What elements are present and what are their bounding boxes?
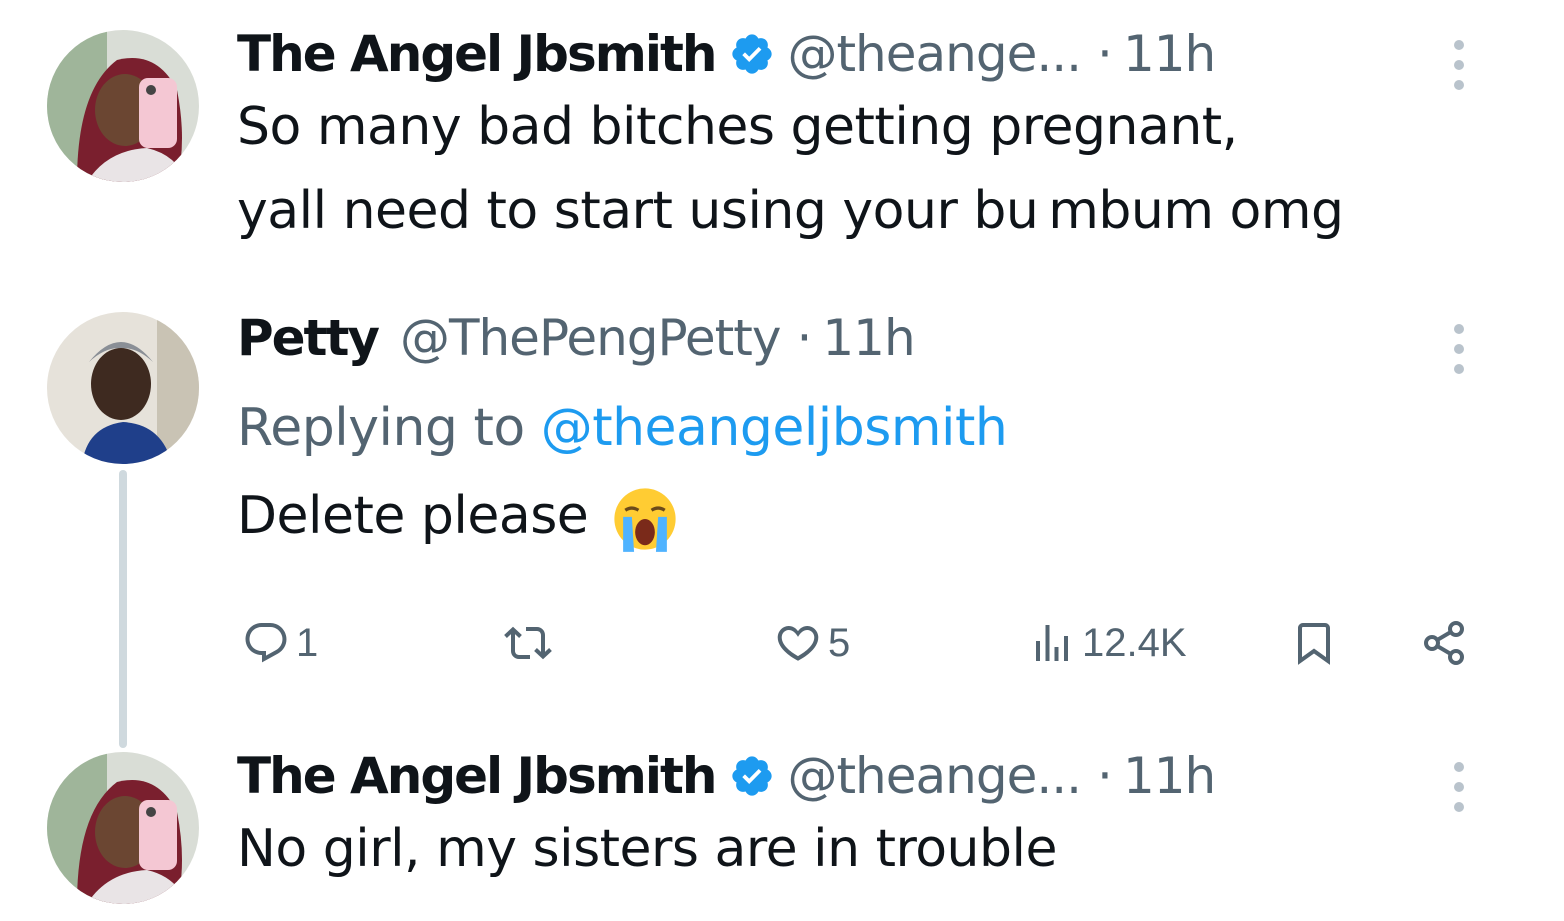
author-handle[interactable]: @ThePengPetty xyxy=(400,308,781,368)
loudly-crying-face-icon xyxy=(614,488,676,552)
repost-button[interactable] xyxy=(504,608,558,678)
tweet-text: Delete please xyxy=(237,476,1524,556)
author-handle[interactable]: @theange... xyxy=(787,746,1082,806)
tweet-3[interactable]: The Angel Jbsmith @theange... · 11h No g… xyxy=(237,746,1524,892)
tweet-header: The Angel Jbsmith @theange... · 11h xyxy=(237,746,1524,806)
tweet-text: No girl, my sisters are in trouble xyxy=(237,819,1057,879)
views-button[interactable]: 12.4K xyxy=(1028,608,1187,678)
repost-icon xyxy=(504,626,552,660)
avatar-thepengpetty[interactable] xyxy=(47,312,199,464)
tweet-2[interactable]: Petty @ThePengPetty · 11h Replying to @t… xyxy=(237,308,1524,556)
verified-badge-icon xyxy=(732,756,773,796)
share-icon xyxy=(1424,621,1464,665)
thread-line xyxy=(119,470,127,748)
bookmark-button[interactable] xyxy=(1290,608,1338,678)
heart-icon xyxy=(777,625,819,661)
replying-to-mention[interactable]: @theangeljbsmith xyxy=(541,398,1008,458)
tweet-text-line-1: So many bad bitches getting pregnant, xyxy=(237,97,1238,157)
tweet-time[interactable]: 11h xyxy=(822,308,915,368)
view-count: 12.4K xyxy=(1082,620,1187,665)
author-name[interactable]: The Angel Jbsmith xyxy=(237,746,717,806)
reply-count: 1 xyxy=(296,620,319,665)
analytics-icon xyxy=(1036,625,1068,661)
more-options-icon[interactable] xyxy=(1451,38,1467,92)
like-count: 5 xyxy=(828,620,851,665)
tweet-header: The Angel Jbsmith @theange... · 11h xyxy=(237,24,1524,84)
tweet-text-content: Delete please xyxy=(237,486,589,546)
author-name[interactable]: Petty xyxy=(237,308,380,368)
tweet-1[interactable]: The Angel Jbsmith @theange... · 11h So m… xyxy=(237,24,1524,254)
author-handle[interactable]: @theange... xyxy=(787,24,1082,84)
tweet-time[interactable]: 11h xyxy=(1123,746,1216,806)
tweet-time[interactable]: 11h xyxy=(1123,24,1216,84)
bookmark-icon xyxy=(1298,623,1330,665)
avatar-theangeljbsmith[interactable] xyxy=(47,30,199,182)
share-button[interactable] xyxy=(1420,608,1468,678)
more-options-icon[interactable] xyxy=(1451,760,1467,814)
verified-badge-icon xyxy=(732,34,773,74)
replying-to-label: Replying to xyxy=(237,398,525,458)
dot-separator: · xyxy=(1097,25,1113,83)
tweet-actions-bar: 1 5 12.4K xyxy=(242,608,1482,678)
avatar-image xyxy=(47,752,199,904)
replying-to: Replying to @theangeljbsmith xyxy=(237,398,1524,458)
tweet-text-line-2: yall need to start using your bu mbum om… xyxy=(237,181,1344,241)
dot-separator: · xyxy=(1097,747,1113,805)
reply-icon xyxy=(245,623,287,663)
dot-separator: · xyxy=(796,309,813,367)
tweet-header: Petty @ThePengPetty · 11h xyxy=(237,308,1524,368)
avatar-image xyxy=(47,312,199,464)
more-options-icon[interactable] xyxy=(1451,322,1467,376)
like-button[interactable]: 5 xyxy=(774,608,850,678)
reply-button[interactable]: 1 xyxy=(242,608,318,678)
avatar-image xyxy=(47,30,199,182)
author-name[interactable]: The Angel Jbsmith xyxy=(237,24,717,84)
avatar-theangeljbsmith[interactable] xyxy=(47,752,199,904)
